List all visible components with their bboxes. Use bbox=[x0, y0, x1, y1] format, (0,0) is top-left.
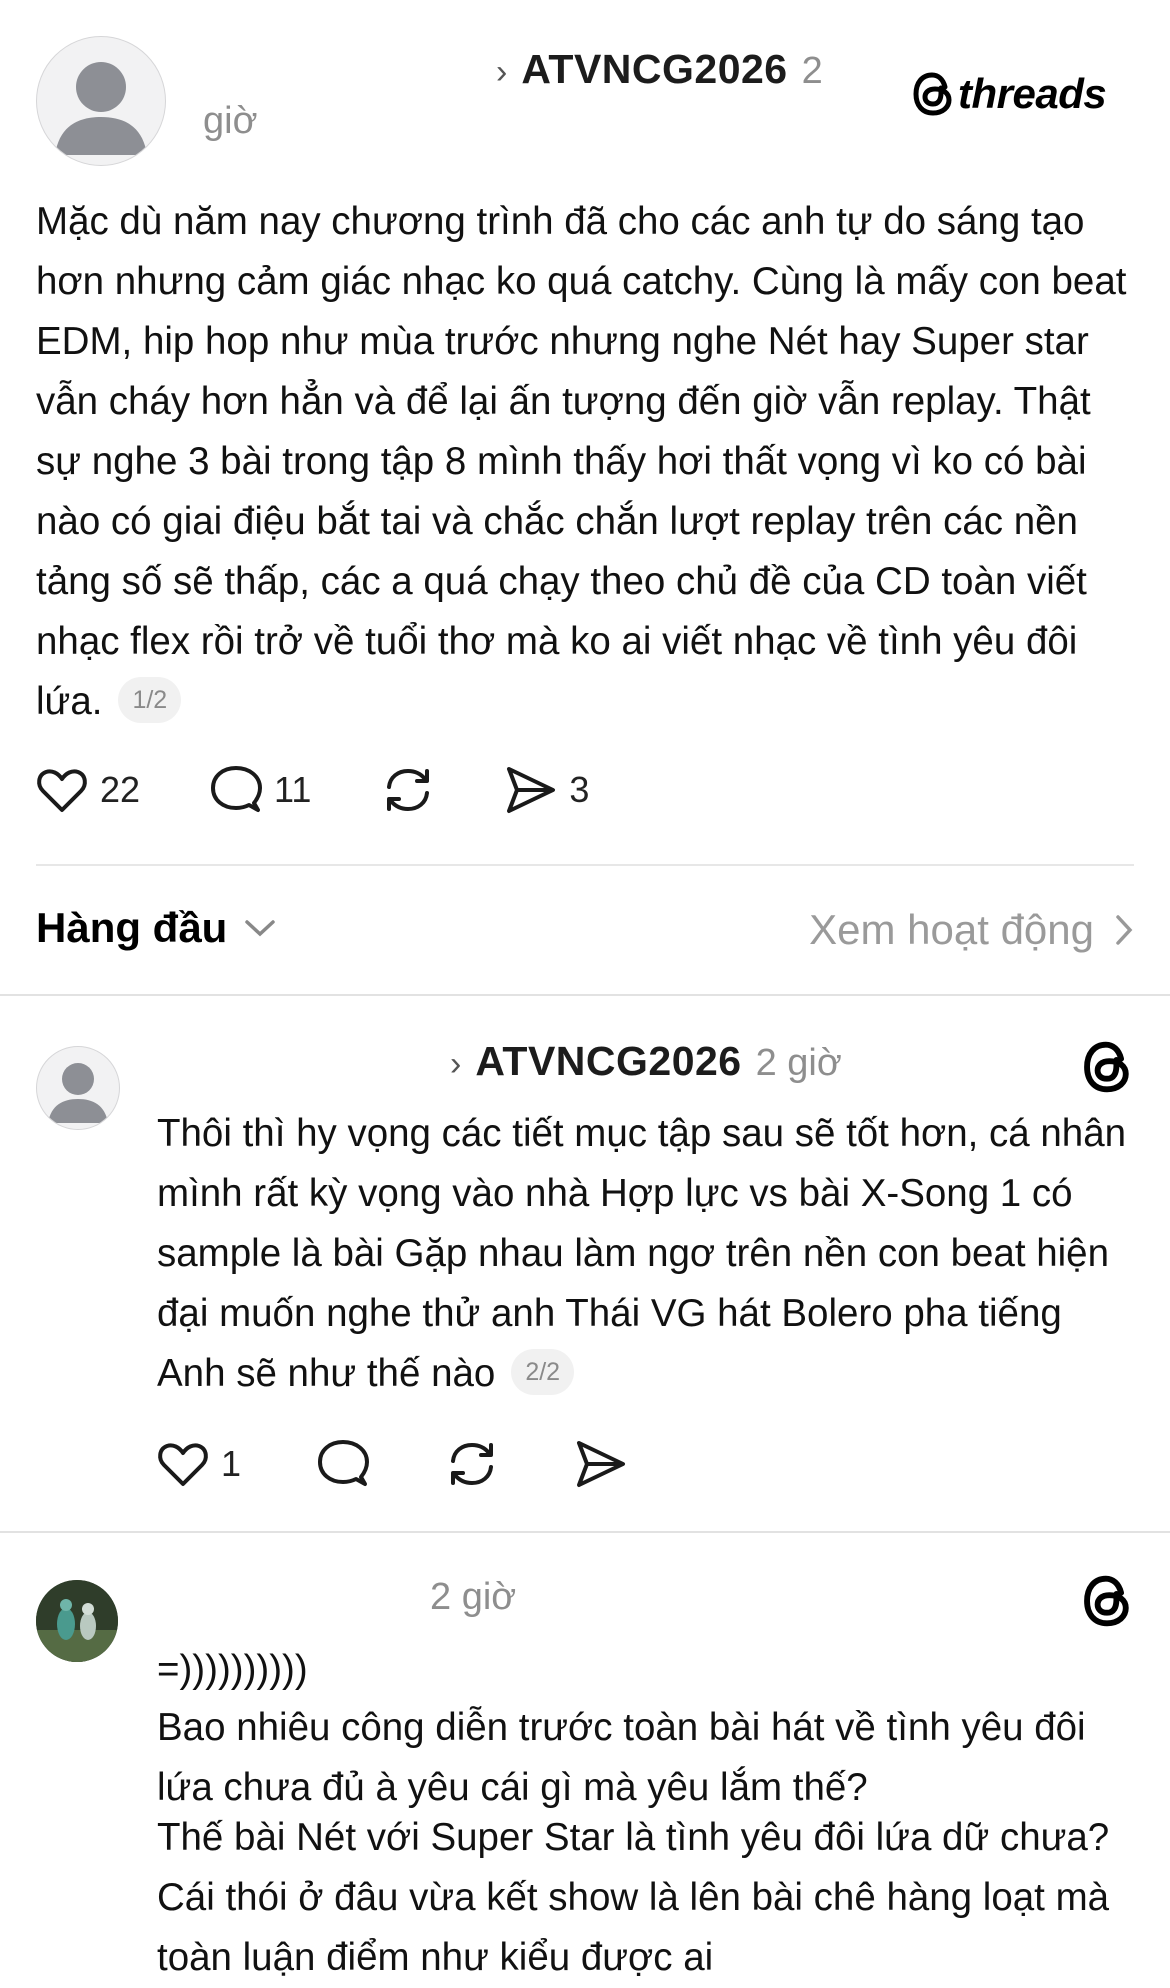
repost-button[interactable] bbox=[381, 765, 435, 815]
reply1-repost-button[interactable] bbox=[445, 1439, 499, 1489]
comment-count: 11 bbox=[274, 769, 312, 810]
section-divider bbox=[0, 994, 1170, 996]
repost-icon bbox=[387, 769, 430, 811]
reply1-time: 2 giờ bbox=[755, 1042, 842, 1084]
send-icon bbox=[507, 767, 556, 813]
reply2-body: =)))))))))) Bao nhiêu công diễn trước to… bbox=[157, 1640, 1133, 1988]
heart-icon bbox=[158, 1443, 208, 1486]
reply1-header: › ATVNCG2026 2 giờ bbox=[450, 1038, 842, 1085]
reply2-line1: =)))))))))) bbox=[157, 1648, 308, 1691]
reply1-threads-logo[interactable] bbox=[1082, 1040, 1132, 1099]
chevron-right-icon: › bbox=[496, 53, 508, 91]
threads-logo-icon bbox=[1084, 1041, 1129, 1093]
threads-wordmark: threads bbox=[958, 70, 1107, 117]
threads-logo-icon bbox=[1084, 1575, 1129, 1627]
post-divider bbox=[36, 864, 1134, 866]
post-header: › ATVNCG2026 2 bbox=[496, 46, 823, 93]
share-button[interactable]: 3 bbox=[505, 765, 589, 815]
reply2-paragraph2: Thế bài Nét với Super Star là tình yêu đ… bbox=[157, 1816, 1110, 1979]
post-actions: 22 11 3 bbox=[36, 765, 589, 815]
post-text: Mặc dù năm nay chương trình đã cho các a… bbox=[36, 200, 1127, 723]
reply1-like-count: 1 bbox=[221, 1443, 242, 1484]
person-icon bbox=[48, 1063, 108, 1123]
chevron-down-icon bbox=[245, 920, 276, 937]
reply2-avatar[interactable] bbox=[36, 1580, 118, 1662]
reply2-threads-logo[interactable] bbox=[1082, 1574, 1132, 1633]
chevron-right-icon: › bbox=[450, 1045, 462, 1083]
sort-dropdown[interactable]: Hàng đầu bbox=[36, 904, 277, 952]
chevron-right-icon bbox=[1116, 915, 1133, 945]
reply1-share-button[interactable] bbox=[575, 1439, 627, 1489]
repost-icon bbox=[451, 1443, 494, 1485]
reply1-like-button[interactable]: 1 bbox=[157, 1439, 241, 1489]
send-icon bbox=[577, 1441, 626, 1487]
reply2-time: 2 giờ bbox=[430, 1576, 517, 1618]
post-time-number: 2 bbox=[801, 50, 823, 92]
reply1-text: Thôi thì hy vọng các tiết mục tập sau sẽ… bbox=[157, 1112, 1127, 1395]
like-button[interactable]: 22 bbox=[36, 765, 140, 815]
sort-label: Hàng đầu bbox=[36, 904, 228, 951]
share-count: 3 bbox=[569, 769, 590, 810]
threads-logo-icon bbox=[913, 72, 952, 116]
reply1-actions: 1 bbox=[157, 1439, 627, 1489]
comment-icon bbox=[318, 1440, 370, 1486]
post-body: Mặc dù năm nay chương trình đã cho các a… bbox=[36, 192, 1134, 732]
comment-icon bbox=[211, 766, 263, 812]
reply1-page-indicator: 2/2 bbox=[511, 1349, 575, 1395]
post-author-avatar[interactable] bbox=[36, 36, 166, 166]
heart-icon bbox=[37, 769, 87, 812]
reply1-avatar[interactable] bbox=[36, 1046, 120, 1130]
like-count: 22 bbox=[100, 769, 141, 810]
reply1-body: Thôi thì hy vọng các tiết mục tập sau sẽ… bbox=[157, 1104, 1133, 1404]
view-activity-link[interactable]: Xem hoạt động bbox=[809, 906, 1134, 954]
post-tag[interactable]: ATVNCG2026 bbox=[521, 46, 787, 93]
comment-button[interactable]: 11 bbox=[210, 765, 311, 815]
reply1-divider bbox=[0, 1531, 1170, 1533]
reply2-paragraph1: Bao nhiêu công diễn trước toàn bài hát v… bbox=[157, 1706, 1086, 1809]
post-time-unit: giờ bbox=[203, 100, 258, 142]
threads-brand[interactable]: threads bbox=[912, 70, 1107, 118]
photo-avatar-icon bbox=[36, 1580, 118, 1662]
person-icon bbox=[55, 62, 147, 155]
post-page-indicator: 1/2 bbox=[118, 677, 182, 723]
reply1-tag[interactable]: ATVNCG2026 bbox=[475, 1038, 741, 1085]
reply1-comment-button[interactable] bbox=[317, 1439, 370, 1489]
view-activity-label: Xem hoạt động bbox=[809, 906, 1094, 953]
